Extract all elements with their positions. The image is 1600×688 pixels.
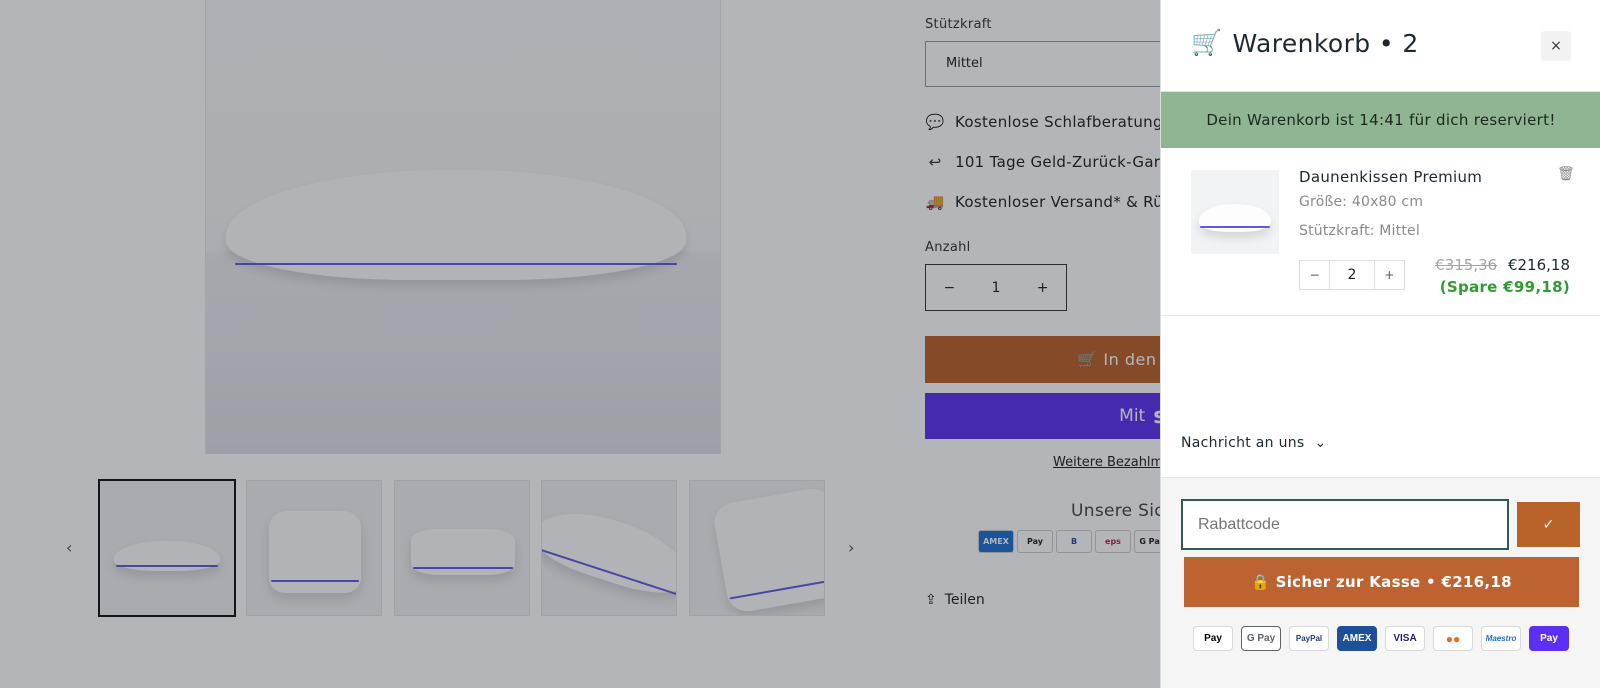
note-label: Nachricht an uns	[1181, 435, 1305, 451]
item-size: Größe: 40x80 cm	[1299, 194, 1424, 210]
item-quantity-stepper: − 2 +	[1299, 260, 1405, 290]
visa-icon: VISA	[1385, 626, 1425, 651]
cart-drawer: 🛒 Warenkorb • 2 × Dein Warenkorb ist 14:…	[1160, 0, 1600, 688]
google-pay-icon: G Pay	[1241, 626, 1281, 651]
maestro-icon: Maestro	[1481, 626, 1521, 651]
close-icon[interactable]: ×	[1541, 31, 1571, 61]
cart-title: 🛒 Warenkorb • 2	[1191, 28, 1419, 58]
cart-icon: 🛒	[1191, 28, 1223, 57]
coupon-apply-button[interactable]: ✓	[1517, 502, 1580, 547]
item-name[interactable]: Daunenkissen Premium	[1299, 168, 1482, 186]
drawer-overlay[interactable]	[0, 0, 1160, 688]
payment-methods: Pay G Pay PayPal AMEX VISA ●● Maestro Pa…	[1193, 626, 1569, 651]
cart-title-text: Warenkorb • 2	[1232, 28, 1419, 58]
pillow-image	[1199, 204, 1271, 232]
note-toggle[interactable]: Nachricht an uns ⌄	[1181, 435, 1327, 451]
paypal-icon: PayPal	[1289, 626, 1329, 651]
cart-header: 🛒 Warenkorb • 2 ×	[1161, 0, 1600, 92]
item-qty-minus-button[interactable]: −	[1300, 268, 1329, 282]
item-price: €315,36 €216,18	[1435, 256, 1570, 274]
checkout-button[interactable]: 🔒 Sicher zur Kasse • €216,18	[1184, 557, 1579, 607]
item-savings: (Spare €99,18)	[1439, 278, 1570, 296]
apple-pay-icon: Pay	[1193, 626, 1233, 651]
item-support: Stützkraft: Mittel	[1299, 223, 1420, 239]
shop-pay-icon: Pay	[1529, 626, 1569, 651]
amex-icon: AMEX	[1337, 626, 1377, 651]
cart-footer: ✓ 🔒 Sicher zur Kasse • €216,18 Pay G Pay…	[1161, 477, 1600, 688]
item-old-price: €315,36	[1435, 256, 1498, 274]
mastercard-icon: ●●	[1433, 626, 1473, 651]
chevron-down-icon: ⌄	[1314, 435, 1327, 451]
item-new-price: €216,18	[1507, 256, 1570, 274]
trash-icon[interactable]: 🗑	[1557, 166, 1575, 182]
cart-line-item: Daunenkissen Premium Größe: 40x80 cm Stü…	[1161, 148, 1600, 316]
reservation-banner: Dein Warenkorb ist 14:41 für dich reserv…	[1161, 92, 1600, 148]
item-qty-plus-button[interactable]: +	[1375, 268, 1404, 282]
item-thumbnail[interactable]	[1191, 170, 1279, 254]
coupon-input[interactable]	[1181, 499, 1509, 550]
item-qty-input[interactable]: 2	[1329, 260, 1375, 290]
